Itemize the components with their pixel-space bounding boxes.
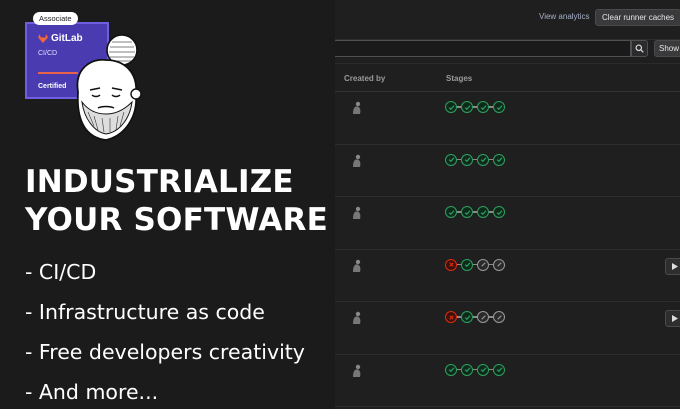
stage-status-success[interactable] [493, 153, 505, 166]
check-icon [480, 157, 486, 163]
stage-status-success[interactable] [461, 363, 473, 376]
pipeline-stages [445, 206, 505, 218]
stage-status-success[interactable] [477, 363, 489, 376]
filter-input[interactable] [335, 40, 631, 57]
check-icon [464, 314, 470, 320]
play-icon [672, 315, 678, 322]
stage-status-success[interactable] [493, 101, 505, 113]
gitlab-logo-icon [38, 34, 48, 43]
stage-status-success[interactable] [445, 153, 457, 166]
column-header-stages: Stages [446, 74, 473, 83]
feature-item: - Infrastructure as code [25, 300, 265, 324]
pipeline-row [335, 197, 680, 250]
check-icon [448, 209, 454, 215]
headline-line-1: INDUSTRIALIZE [25, 164, 294, 200]
check-icon [448, 367, 454, 373]
stage-status-failed[interactable] [445, 258, 457, 271]
pipeline-stages [445, 363, 505, 376]
x-icon [448, 314, 454, 320]
pipeline-row [335, 250, 680, 302]
stage-status-success[interactable] [445, 101, 457, 113]
check-icon [480, 367, 486, 373]
stage-status-skipped[interactable] [493, 311, 505, 323]
pipeline-stages [445, 101, 505, 113]
stage-status-skipped[interactable] [477, 311, 489, 323]
search-button[interactable] [631, 40, 648, 57]
headline: INDUSTRIALIZE YOUR SOFTWARE [25, 163, 328, 239]
check-icon [464, 104, 470, 110]
promo-panel: GitLab CI/CD Certified Associate INDUSTR… [0, 0, 335, 409]
pipeline-stages [445, 311, 505, 323]
pipeline-stages [445, 258, 505, 271]
headline-line-2: YOUR SOFTWARE [25, 202, 328, 238]
pipelines-table [335, 92, 680, 407]
toolbar-divider [335, 63, 680, 64]
x-icon [448, 262, 454, 267]
stage-status-success[interactable] [461, 258, 473, 271]
stage-status-success[interactable] [477, 153, 489, 166]
stage-status-skipped[interactable] [477, 258, 489, 271]
stage-status-success[interactable] [461, 311, 473, 323]
gitlab-pipelines-panel: View analytics Clear runner caches Show … [335, 0, 680, 409]
check-icon [480, 209, 486, 215]
skip-icon [480, 262, 486, 267]
check-icon [464, 367, 470, 373]
column-header-created-by: Created by [344, 74, 386, 83]
check-icon [448, 157, 454, 163]
creator-avatar-icon[interactable] [351, 100, 362, 114]
pipeline-row [335, 92, 680, 145]
stage-status-success[interactable] [445, 206, 457, 218]
run-manual-job-button[interactable] [665, 310, 680, 327]
pipeline-row [335, 145, 680, 197]
skip-icon [480, 314, 486, 320]
stage-status-success[interactable] [493, 363, 505, 376]
creator-avatar-icon[interactable] [351, 205, 362, 219]
stage-status-success[interactable] [477, 101, 489, 113]
pipeline-row [335, 302, 680, 355]
pipeline-row [335, 355, 680, 407]
stage-status-success[interactable] [445, 363, 457, 376]
feature-item: - CI/CD [25, 260, 97, 284]
search-icon [635, 44, 644, 53]
feature-item: - And more... [25, 380, 159, 404]
stage-status-skipped[interactable] [493, 258, 505, 271]
show-dropdown-button[interactable]: Show [654, 40, 680, 57]
check-icon [496, 367, 502, 373]
play-icon [672, 262, 678, 270]
pipeline-stages [445, 153, 505, 166]
stage-status-failed[interactable] [445, 311, 457, 323]
filter-bar: Show [335, 39, 680, 57]
check-icon [480, 104, 486, 110]
stage-status-success[interactable] [477, 206, 489, 218]
cartoon-avatar-illustration [76, 34, 142, 141]
check-icon [464, 157, 470, 163]
creator-avatar-icon[interactable] [351, 310, 362, 324]
view-analytics-link[interactable]: View analytics [539, 12, 590, 21]
check-icon [496, 104, 502, 110]
stage-status-success[interactable] [461, 206, 473, 218]
check-icon [496, 209, 502, 215]
stage-status-success[interactable] [461, 153, 473, 166]
feature-list: - CI/CD - Infrastructure as code - Free … [25, 252, 305, 409]
check-icon [448, 104, 454, 110]
pipelines-toolbar: View analytics Clear runner caches [335, 0, 680, 38]
clear-runner-caches-button[interactable]: Clear runner caches [595, 9, 680, 26]
stage-status-success[interactable] [461, 101, 473, 113]
run-manual-job-button[interactable] [665, 257, 680, 275]
creator-avatar-icon[interactable] [351, 363, 362, 377]
badge-associate-pill: Associate [33, 12, 78, 25]
badge-certified-label: Certified [38, 83, 67, 90]
creator-avatar-icon[interactable] [351, 153, 362, 167]
feature-item: - Free developers creativity [25, 340, 305, 364]
badge-track: CI/CD [38, 50, 58, 57]
stage-status-success[interactable] [493, 206, 505, 218]
check-icon [464, 262, 470, 268]
check-icon [464, 209, 470, 215]
skip-icon [496, 262, 502, 267]
skip-icon [496, 314, 502, 320]
check-icon [496, 157, 502, 163]
creator-avatar-icon[interactable] [351, 258, 362, 272]
